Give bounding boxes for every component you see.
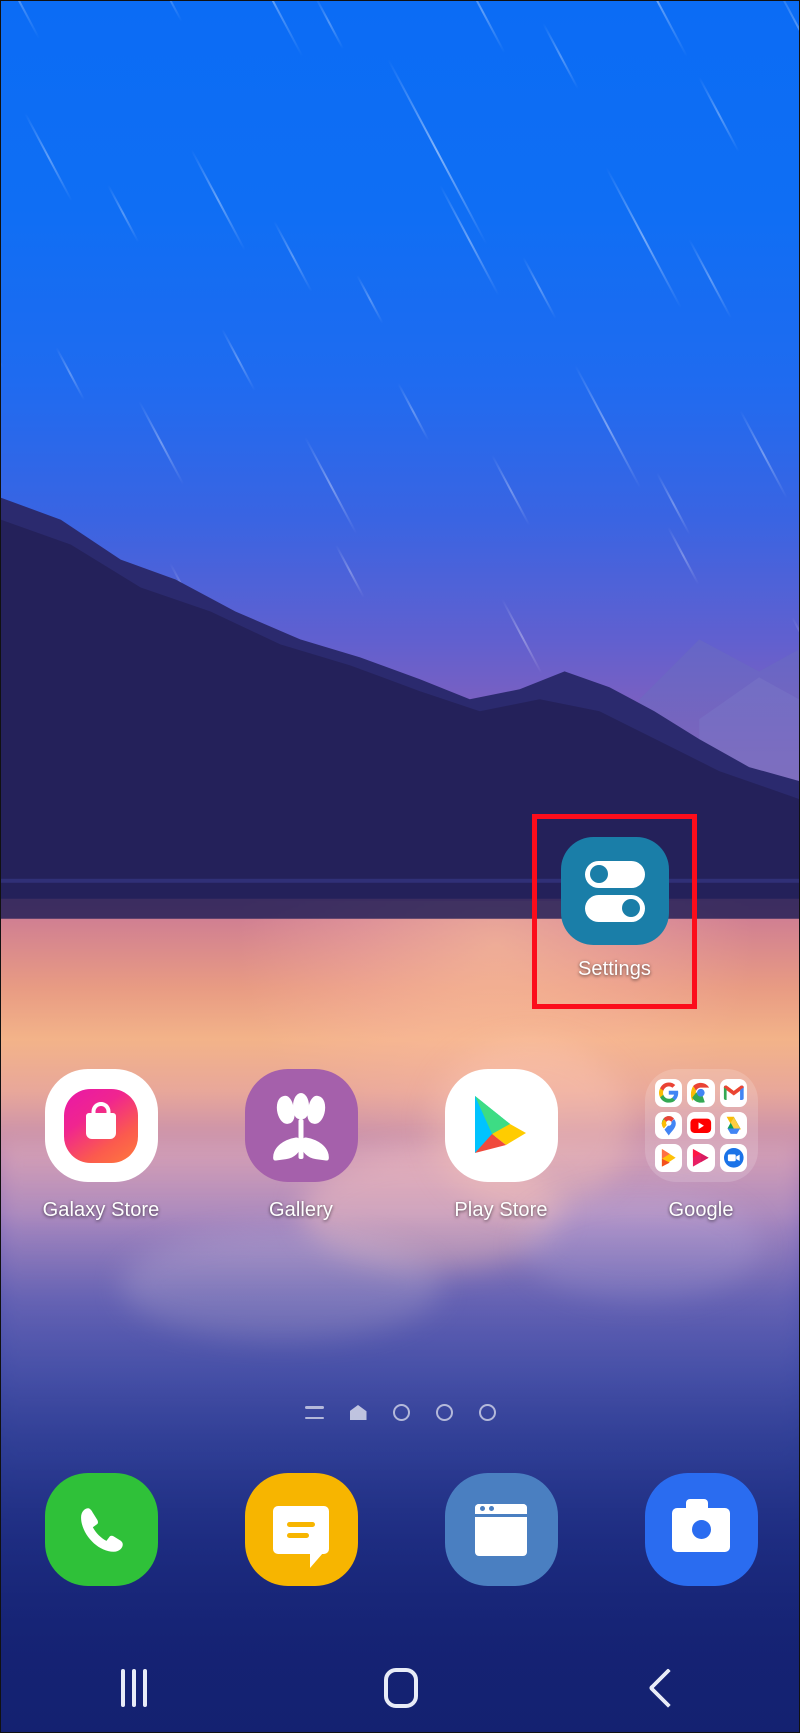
nav-recents-button[interactable] — [1, 1644, 268, 1732]
settings-app-highlighted[interactable]: Settings — [532, 814, 697, 1009]
tulip-glyph — [270, 1092, 332, 1161]
speech-bubble-glyph — [273, 1505, 329, 1568]
settings-app-label: Settings — [577, 958, 652, 980]
app-gallery[interactable]: Gallery — [201, 1069, 401, 1222]
settings-toggles-icon[interactable] — [560, 837, 669, 945]
dock-app-messages[interactable] — [201, 1473, 401, 1586]
galaxy-store-icon[interactable] — [44, 1069, 158, 1182]
navigation-bar — [1, 1644, 799, 1732]
browser-icon[interactable] — [444, 1473, 558, 1586]
message-icon[interactable] — [244, 1473, 358, 1586]
chrome-icon — [687, 1079, 715, 1107]
page-dot[interactable] — [435, 1404, 453, 1421]
browser-window-glyph — [475, 1503, 527, 1556]
gallery-tulip-icon[interactable] — [244, 1069, 358, 1182]
galaxy-store-bag-icon — [64, 1088, 138, 1163]
google-g-icon — [654, 1079, 683, 1107]
app-label-play-store: Play Store — [454, 1199, 548, 1221]
app-label-google-folder: Google — [668, 1199, 734, 1221]
camera-icon[interactable] — [644, 1473, 758, 1586]
phone-home-screen: Settings Galaxy Store Gallery Play Store… — [0, 0, 800, 1733]
youtube-icon — [687, 1111, 715, 1140]
app-galaxy-store[interactable]: Galaxy Store — [1, 1069, 201, 1222]
play-store-icon[interactable] — [444, 1069, 558, 1182]
app-play-store[interactable]: Play Store — [401, 1069, 601, 1222]
dock-app-camera[interactable] — [601, 1473, 799, 1586]
gmail-m-icon — [719, 1079, 748, 1107]
app-label-gallery: Gallery — [268, 1199, 334, 1221]
camera-glyph — [672, 1498, 730, 1552]
app-google-folder[interactable]: Google — [601, 1069, 799, 1222]
back-icon — [647, 1668, 688, 1708]
page-indicator — [1, 1404, 799, 1421]
toggle-switch-bottom — [584, 894, 645, 922]
maps-pin-icon — [654, 1111, 683, 1140]
meet-video-icon — [719, 1144, 748, 1172]
drive-triangle-icon — [719, 1111, 748, 1140]
nav-back-button[interactable] — [534, 1644, 799, 1732]
app-label-galaxy-store: Galaxy Store — [42, 1199, 160, 1221]
page-dot[interactable] — [478, 1404, 496, 1421]
page-dot[interactable] — [392, 1404, 410, 1421]
youtube-music-icon — [687, 1144, 715, 1172]
dock-app-phone[interactable] — [1, 1473, 201, 1586]
toggle-switch-top — [584, 860, 645, 888]
play-triangle-glyph — [475, 1095, 526, 1153]
apps-list-icon[interactable] — [304, 1406, 324, 1419]
phone-icon[interactable] — [44, 1473, 158, 1586]
play-movies-icon — [654, 1144, 683, 1172]
nav-home-button[interactable] — [268, 1644, 535, 1732]
home-icon — [384, 1668, 418, 1708]
home-page-icon[interactable] — [349, 1405, 367, 1420]
google-folder-icon[interactable] — [644, 1069, 758, 1182]
dock-app-internet[interactable] — [401, 1473, 601, 1586]
phone-handset-glyph — [81, 1507, 123, 1552]
recents-icon — [121, 1669, 148, 1707]
home-app-row: Galaxy Store Gallery Play Store Google — [1, 1069, 799, 1222]
dock — [1, 1473, 799, 1586]
